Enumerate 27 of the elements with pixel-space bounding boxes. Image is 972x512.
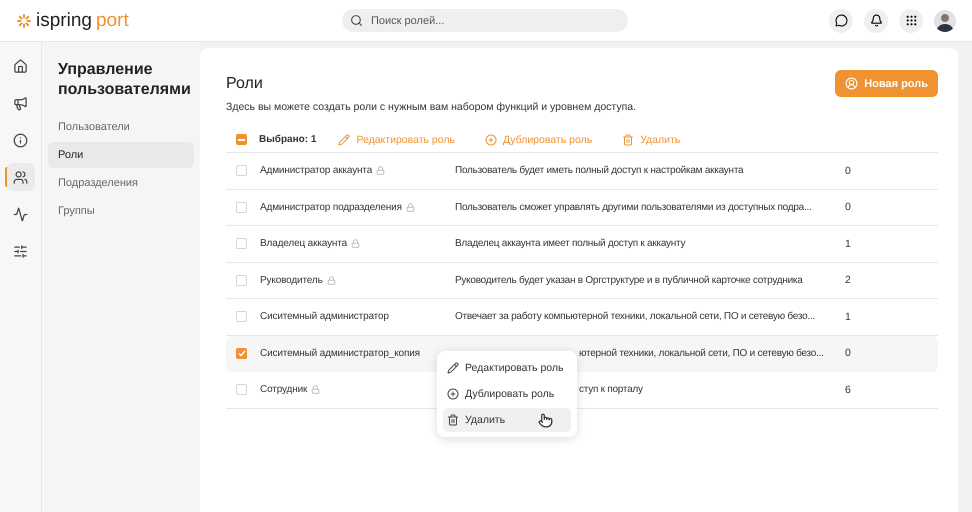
user-count: 0 [845,347,851,360]
logo-text: port [96,10,129,32]
logo-text: ispring [36,10,92,32]
user-count: 0 [845,201,851,214]
user-count: 1 [845,238,851,250]
user-count: 0 [845,164,851,177]
role-description: ступ к порталу [579,384,643,396]
role-description: Владелец аккаунта имеет полный доступ к аккаунту [455,238,686,250]
role-name: Сотрудник [260,384,308,396]
role-name: Руководитель [260,274,323,286]
role-description: Отвечает за работу компьютерной техники, локальной сети, ПО и сетевую безо... [455,311,815,322]
role-description: Пользователь сможет управлять другими пользователями из доступных подра... [455,202,812,213]
role-name: Владелец аккаунта [260,238,348,250]
role-name: Сиситемный администратор_копия [260,348,420,359]
user-count: 1 [845,310,851,323]
user-count: 6 [845,384,851,396]
role-description: Пользователь будет иметь полный доступ к настройкам аккаунта [455,165,744,176]
role-description: Руководитель будет указан в Оргструктуре и в публичной карточке сотрудника [455,274,803,286]
selected-count: Выбрано: 1 [259,134,316,145]
section-title: Управление пользователями [57,60,192,100]
page-subtitle: Здесь вы можете создать роли с нужным вам набором функций и уровнем доступа. [226,101,638,113]
role-name: Администратор аккаунта [260,165,372,176]
role-description: ютерной техники, локальной сети, ПО и сетевую безо... [579,348,824,359]
page-title: Роли [226,74,263,92]
user-count: 2 [845,274,851,286]
role-name: Сиситемный администратор [260,311,389,322]
role-name: Администратор подразделения [260,202,402,213]
